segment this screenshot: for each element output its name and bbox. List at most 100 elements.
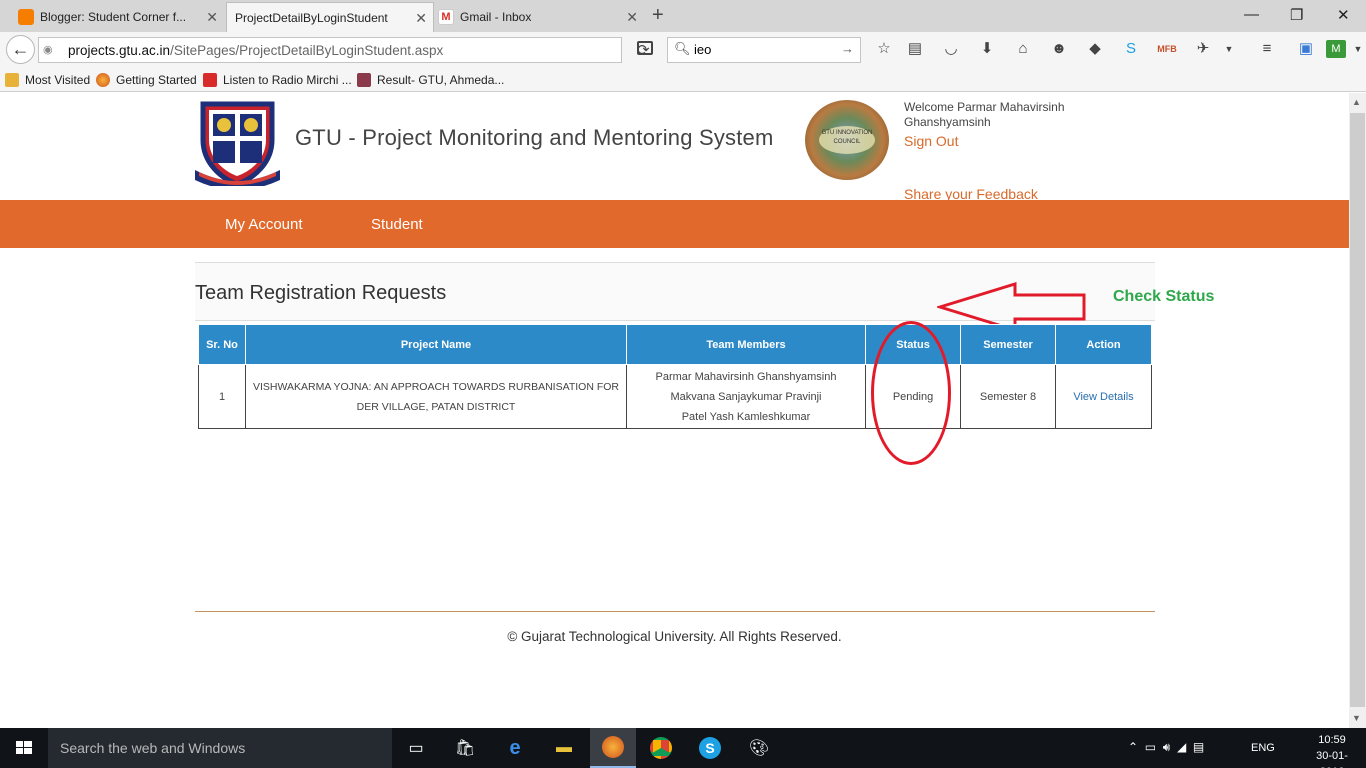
taskbar-search-placeholder: Search the web and Windows (60, 740, 246, 756)
paint-icon[interactable]: 🎨︎ (746, 736, 772, 760)
close-window-button[interactable]: ✕ (1337, 6, 1350, 24)
chrome-icon[interactable] (648, 736, 674, 760)
main-nav: My Account Student (0, 200, 1349, 248)
bookmark-getting-started[interactable]: Getting Started (96, 73, 197, 87)
sign-out-link[interactable]: Sign Out (904, 133, 958, 149)
skype-taskbar-icon[interactable]: S (697, 736, 723, 760)
tab-label: Blogger: Student Corner f... (40, 10, 187, 24)
pocket-icon[interactable]: ◡ (941, 40, 961, 58)
section-title: Team Registration Requests (195, 282, 447, 304)
innovation-council-seal: GTU INNOVATION COUNCIL (805, 100, 889, 180)
tab-blogger[interactable]: Blogger: Student Corner f... ✕ (18, 2, 224, 32)
header-semester: Semester (960, 324, 1056, 365)
addon-icon[interactable]: M (1326, 40, 1346, 58)
view-details-link[interactable]: View Details (1073, 391, 1133, 403)
close-tab-icon[interactable]: ✕ (626, 9, 638, 26)
browser-nav-bar: ← ◉ projects.gtu.ac.in/SitePages/Project… (0, 32, 1366, 68)
bookmark-label: Getting Started (116, 73, 197, 87)
status-highlight-circle (871, 321, 951, 465)
taskbar-search[interactable]: Search the web and Windows (48, 728, 392, 768)
home-icon[interactable]: ⌂ (1013, 40, 1033, 58)
bookmark-star-icon[interactable]: ☆ (874, 40, 894, 58)
team-member: Makvana Sanjaykumar Pravinji (670, 390, 822, 403)
site-title: GTU - Project Monitoring and Mentoring S… (295, 125, 774, 150)
share-icon[interactable]: ◆ (1085, 40, 1105, 58)
cell-action: View Details (1055, 364, 1152, 429)
picture-icon[interactable]: ▣ (1296, 40, 1316, 58)
nav-my-account[interactable]: My Account (225, 216, 303, 233)
header-project-name: Project Name (245, 324, 627, 365)
bookmark-most-visited[interactable]: Most Visited (5, 73, 90, 87)
url-path: /SitePages/ProjectDetailByLoginStudent.a… (170, 43, 444, 58)
reader-view-icon[interactable] (637, 41, 653, 55)
edge-icon[interactable]: e (502, 736, 528, 760)
url-domain: projects.gtu.ac.in (68, 43, 171, 58)
addon-dropdown-icon[interactable]: ▼ (1348, 40, 1366, 58)
copyright-text: © Gujarat Technological University. All … (507, 629, 842, 644)
scroll-down-icon[interactable]: ▼ (1352, 713, 1361, 723)
new-tab-button[interactable]: + (652, 4, 664, 27)
clock[interactable]: 10:59 30-01-2016 (1308, 732, 1356, 768)
mfb-extension-icon[interactable]: MFB (1157, 40, 1177, 58)
extension-icon[interactable]: ✈ (1193, 40, 1213, 58)
clock-date: 30-01-2016 (1316, 750, 1348, 768)
bookmark-label: Result- GTU, Ahmeda... (377, 73, 505, 87)
clock-time: 10:59 (1318, 734, 1346, 746)
search-bar[interactable]: 🔍︎ → (667, 37, 861, 63)
search-input[interactable] (694, 42, 834, 57)
scrollbar-thumb[interactable] (1350, 113, 1365, 707)
header-team-members: Team Members (626, 324, 866, 365)
minimize-button[interactable]: — (1244, 6, 1259, 23)
bookmarks-list-icon[interactable]: ▤ (905, 40, 925, 58)
windows-taskbar: Search the web and Windows ▭ 🛍︎ e ▬ S 🎨︎… (0, 728, 1366, 768)
tab-gmail[interactable]: M Gmail - Inbox ✕ (438, 2, 644, 32)
address-bar[interactable]: ◉ projects.gtu.ac.in/SitePages/ProjectDe… (38, 37, 650, 63)
welcome-text: Welcome Parmar Mahavirsinh Ghanshyamsinh (904, 100, 1065, 129)
url-text[interactable]: projects.gtu.ac.in/SitePages/ProjectDeta… (68, 43, 443, 58)
cell-sr-no: 1 (198, 364, 246, 429)
gmail-icon: M (438, 9, 454, 25)
download-icon[interactable]: ⬇ (977, 40, 997, 58)
cell-project-name: VISHWAKARMA YOJNA: AN APPROACH TOWARDS R… (245, 364, 627, 429)
team-member: Parmar Mahavirsinh Ghanshyamsinh (655, 370, 837, 383)
menu-icon[interactable]: ≡ (1257, 40, 1277, 58)
bookmark-gtu-result[interactable]: Result- GTU, Ahmeda... (357, 73, 504, 87)
system-tray[interactable]: ⌃ ▭ 🔊︎ ◢ ▤ (1128, 740, 1204, 755)
tab-label: Gmail - Inbox (460, 10, 532, 24)
footer-divider (195, 611, 1155, 612)
bookmark-folder-icon (5, 73, 19, 87)
bookmark-radio-mirchi[interactable]: Listen to Radio Mirchi ... (203, 73, 352, 87)
windows-start-icon[interactable] (0, 728, 48, 768)
bookmarks-bar: Most Visited Getting Started Listen to R… (0, 68, 1366, 92)
firefox-icon (96, 73, 110, 87)
cell-semester: Semester 8 (960, 364, 1056, 429)
dropdown-icon[interactable]: ▼ (1219, 40, 1239, 58)
close-tab-icon[interactable]: ✕ (415, 10, 427, 27)
radio-mirchi-icon (203, 73, 217, 87)
bookmark-label: Listen to Radio Mirchi ... (223, 73, 352, 87)
firefox-taskbar-icon[interactable] (590, 728, 636, 768)
web-page: GTU - Project Monitoring and Mentoring S… (0, 93, 1349, 728)
browser-tab-strip: Blogger: Student Corner f... ✕ ProjectDe… (0, 0, 1366, 32)
file-explorer-icon[interactable]: ▬ (551, 736, 577, 760)
chat-icon[interactable]: ☻ (1049, 40, 1069, 58)
close-tab-icon[interactable]: ✕ (206, 9, 218, 26)
task-view-icon[interactable]: ▭ (403, 736, 429, 760)
store-icon[interactable]: 🛍︎ (452, 736, 478, 760)
nav-student[interactable]: Student (371, 216, 423, 233)
language-indicator[interactable]: ENG (1251, 742, 1275, 754)
back-button[interactable]: ← (6, 35, 35, 64)
team-member: Patel Yash Kamleshkumar (681, 410, 811, 423)
restore-button[interactable]: ❐ (1290, 6, 1303, 24)
search-go-icon[interactable]: → (841, 41, 854, 56)
header-action: Action (1055, 324, 1152, 365)
cell-team-members: Parmar Mahavirsinh Ghanshyamsinh Makvana… (626, 364, 866, 429)
bookmark-label: Most Visited (25, 73, 91, 87)
table-header-row: Sr. No Project Name Team Members Status … (198, 324, 1152, 365)
site-info-icon[interactable]: ◉ (43, 43, 53, 56)
tab-project-detail[interactable]: ProjectDetailByLoginStudent ✕ (226, 2, 434, 32)
skype-icon[interactable]: S (1121, 40, 1141, 58)
team-registration-table: Sr. No Project Name Team Members Status … (198, 324, 1152, 429)
scroll-up-icon[interactable]: ▲ (1352, 97, 1361, 107)
vertical-scrollbar[interactable]: ▲ ▼ (1349, 93, 1366, 728)
